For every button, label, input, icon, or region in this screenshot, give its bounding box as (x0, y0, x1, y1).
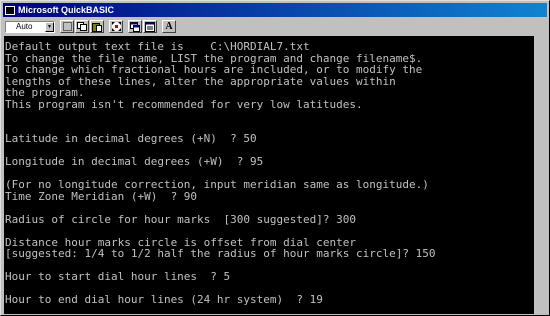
paste-icon (92, 22, 102, 32)
copy-icon (77, 22, 87, 31)
paste-button[interactable] (90, 20, 104, 33)
chevron-down-icon[interactable]: ▼ (45, 21, 54, 32)
background-button[interactable] (143, 20, 157, 33)
toolbar: Auto ▼ A (3, 18, 547, 35)
console-line: [suggested: 1/4 to 1/2 half the radius o… (5, 247, 436, 260)
vertical-scrollbar-area (534, 36, 547, 314)
console-line: This program isn't recommended for very … (5, 97, 363, 111)
properties-icon (130, 21, 140, 32)
background-icon (145, 21, 155, 32)
mark-button[interactable] (60, 20, 74, 33)
console-output[interactable]: Default output text file is C:\HORDIAL7.… (4, 36, 534, 314)
copy-button[interactable] (75, 20, 89, 33)
console-line: Longitude in decimal degrees (+W) ? 95 (5, 155, 264, 168)
console-line: Radius of circle for hour marks [300 sug… (5, 212, 356, 226)
window-title: Microsoft QuickBASIC (18, 5, 115, 15)
font-size-select[interactable]: Auto ▼ (5, 20, 55, 33)
font-size-value: Auto (16, 21, 33, 31)
dos-app-icon[interactable] (5, 5, 15, 15)
title-bar[interactable]: Microsoft QuickBASIC (3, 3, 547, 17)
fullscreen-icon (111, 22, 121, 31)
mark-icon (62, 22, 72, 31)
font-button[interactable]: A (162, 20, 176, 33)
properties-button[interactable] (128, 20, 142, 33)
console-line: Hour to end dial hour lines (24 hr syste… (5, 293, 323, 306)
console-line: Latitude in decimal degrees (+N) ? 50 (5, 132, 257, 145)
quickbasic-window: Microsoft QuickBASIC Auto ▼ A Default ou… (0, 0, 550, 316)
console-line: Time Zone Meridian (+W) ? 90 (5, 189, 198, 203)
fullscreen-button[interactable] (109, 20, 123, 33)
font-icon: A (165, 21, 173, 32)
console-text: Default output text file is C:\HORDIAL7.… (4, 36, 534, 306)
console-line: Hour to start dial hour lines ? 5 (5, 270, 231, 283)
